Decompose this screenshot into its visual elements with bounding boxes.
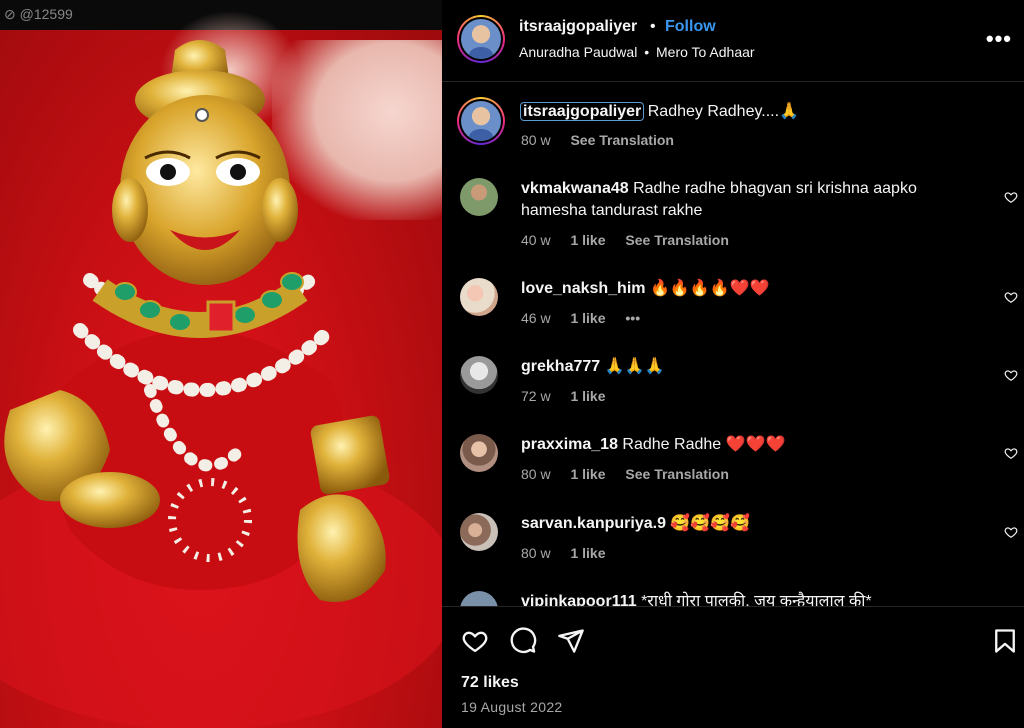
commenter-avatar[interactable] [460,178,498,216]
comment-username[interactable]: praxxima_18 [521,436,618,453]
comment-like-count[interactable]: 1 like [570,388,605,404]
comment-text-line: vipinkapoor111 *राधी गोरा पालकी, जय कन्ह… [521,591,971,606]
author-username[interactable]: itsraajgopaliyer [519,18,637,36]
comment-username[interactable]: love_naksh_him [521,280,646,297]
follow-button[interactable]: Follow [665,18,716,36]
comment-like-count[interactable]: 1 like [570,466,605,482]
caption-text: Radhey Radhey....🙏 [647,103,799,120]
comment-like-count[interactable]: 1 like [570,232,605,248]
audio-artist[interactable]: Anuradha Paudwal [519,44,637,60]
comment-like-count[interactable]: 1 like [570,545,605,561]
paper-plane-icon[interactable] [557,627,585,655]
comment-time[interactable]: 46 w [521,310,551,326]
comment-text: 🔥🔥🔥🔥❤️❤️ [649,280,770,297]
comment-heart-icon[interactable] [1004,190,1018,204]
comment-text-line: love_naksh_him 🔥🔥🔥🔥❤️❤️ [521,278,971,300]
comment-more-icon[interactable]: ••• [625,310,640,326]
comment-text: Radhe Radhe ❤️❤️❤️ [622,436,786,453]
commenter-avatar[interactable] [460,434,498,472]
comment-heart-icon[interactable] [1004,368,1018,382]
comment-username[interactable]: vkmakwana48 [521,180,629,197]
comment-meta: 80 w 1 like [521,545,622,561]
post-details-panel: itsraajgopaliyer • Follow Anuradha Paudw… [442,0,1024,728]
comment-heart-icon[interactable] [1004,290,1018,304]
caption-meta: 80 w See Translation [521,132,690,148]
comment-text: 🙏🙏🙏 [604,358,665,375]
likes-count[interactable]: 72 likes [461,674,519,692]
comment-meta: 72 w 1 like [521,388,622,404]
commenter-avatar[interactable] [460,278,498,316]
comment-text: *राधी गोरा पालकी, जय कन्हैयालाल की* [641,593,872,606]
see-translation-link[interactable]: See Translation [570,132,673,148]
comment-heart-icon[interactable] [1004,525,1018,539]
comment-like-count[interactable]: 1 like [570,310,605,326]
comment-meta: 46 w 1 like ••• [521,310,656,326]
comment-time[interactable]: 80 w [521,545,551,561]
commenter-avatar[interactable] [460,356,498,394]
comment-text-line: praxxima_18 Radhe Radhe ❤️❤️❤️ [521,434,971,456]
commenter-avatar[interactable] [460,513,498,551]
post-header: itsraajgopaliyer • Follow Anuradha Paudw… [442,0,1024,82]
separator-dot: • [650,18,656,35]
comment-text-line: vkmakwana48 Radhe radhe bhagvan sri kris… [521,178,971,222]
krishna-idol-image [0,40,442,728]
see-translation-link[interactable]: See Translation [625,466,728,482]
comment-username[interactable]: vipinkapoor111 [521,593,637,606]
see-translation-link[interactable]: See Translation [625,232,728,248]
comment-username[interactable]: sarvan.kanpuriya.9 [521,515,666,532]
caption-avatar[interactable] [457,97,505,145]
comment-meta: 40 w 1 like See Translation [521,232,745,248]
comment-icon[interactable] [509,627,537,655]
comment-time[interactable]: 80 w [521,466,551,482]
heart-icon[interactable] [461,627,489,655]
author-avatar[interactable] [457,15,505,63]
post-media[interactable]: ⊘ @12599 [0,0,442,728]
comment-text: 🥰🥰🥰🥰 [670,515,751,532]
bookmark-icon[interactable] [991,627,1019,655]
comment-username[interactable]: grekha777 [521,358,600,375]
post-date[interactable]: 19 August 2022 [461,699,563,715]
comment-meta: 80 w 1 like See Translation [521,466,745,482]
post-actions-bar: 72 likes 19 August 2022 [442,606,1024,728]
comment-time[interactable]: 40 w [521,232,551,248]
caption-time[interactable]: 80 w [521,132,551,148]
audio-title[interactable]: Mero To Adhaar [656,44,755,60]
comments-list[interactable]: itsraajgopaliyer Radhey Radhey....🙏 80 w… [442,83,1024,606]
comment-text-line: grekha777 🙏🙏🙏 [521,356,971,378]
comment-time[interactable]: 72 w [521,388,551,404]
commenter-avatar[interactable] [460,591,498,606]
media-watermark: ⊘ @12599 [4,6,73,22]
more-options-icon[interactable]: ••• [986,26,1012,52]
caption-username[interactable]: itsraajgopaliyer [519,102,645,121]
comment-heart-icon[interactable] [1004,446,1018,460]
caption-text-line: itsraajgopaliyer Radhey Radhey....🙏 [519,101,971,123]
comment-text-line: sarvan.kanpuriya.9 🥰🥰🥰🥰 [521,513,971,535]
separator-dot: • [644,44,650,60]
